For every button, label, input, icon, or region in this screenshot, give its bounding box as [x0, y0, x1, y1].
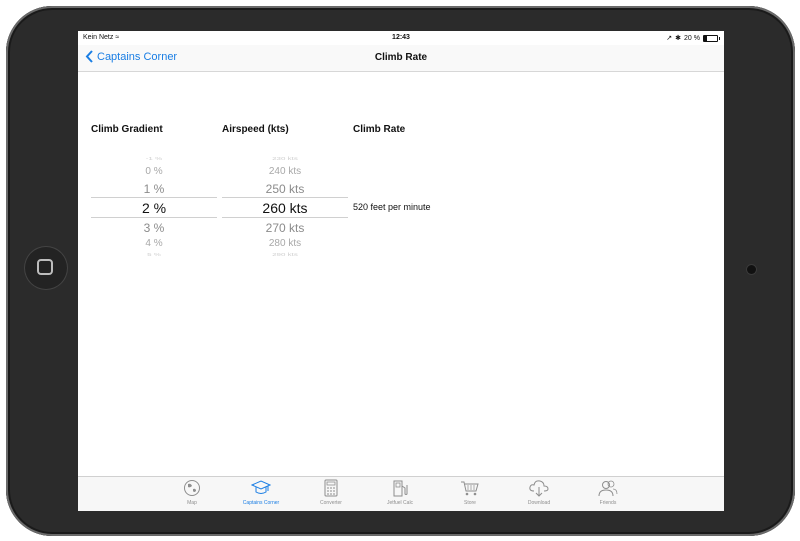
status-bar: Kein Netz ≈ 12:43 ↗ ✱ 20 % — [78, 31, 724, 45]
home-square-icon — [37, 259, 53, 275]
tab-converter[interactable]: Converter — [301, 479, 361, 506]
home-button[interactable] — [24, 246, 68, 290]
picker-row[interactable]: 280 kts — [222, 238, 348, 249]
airspeed-picker[interactable]: 230 kts 240 kts 250 kts 260 kts 270 kts … — [222, 149, 348, 261]
tab-friends[interactable]: Friends — [578, 479, 638, 506]
picker-row[interactable]: 290 kts — [222, 252, 348, 257]
picker-row[interactable]: 250 kts — [222, 182, 348, 196]
tab-label: Store — [464, 500, 476, 506]
clock: 12:43 — [392, 34, 410, 41]
screen: Kein Netz ≈ 12:43 ↗ ✱ 20 % Captains Corn… — [78, 31, 724, 511]
tab-label: Friends — [599, 500, 617, 506]
graduation-cap-icon — [251, 480, 271, 494]
tab-map[interactable]: Map — [162, 479, 222, 506]
picker-row[interactable]: 270 kts — [222, 221, 348, 235]
tab-label: Captains Corner — [242, 500, 280, 506]
climb-rate-result: 520 feet per minute — [353, 202, 431, 212]
tab-label: Converter — [320, 500, 342, 506]
picker-row[interactable]: 4 % — [91, 238, 217, 249]
cart-icon — [461, 481, 479, 496]
location-icon: ↗ — [666, 35, 673, 42]
page-title: Climb Rate — [374, 52, 428, 63]
airspeed-header: Airspeed (kts) — [222, 124, 289, 135]
picker-row[interactable]: 240 kts — [222, 166, 348, 177]
gradient-header: Climb Gradient — [91, 124, 163, 135]
tab-label: Jetfuel Calc — [386, 500, 414, 506]
friends-icon — [598, 480, 618, 497]
navigation-bar: Captains Corner Climb Rate — [78, 45, 724, 72]
picker-row[interactable]: 230 kts — [222, 156, 348, 161]
globe-icon — [184, 480, 200, 496]
tab-bar: Map Captains Corner Converter Jetfuel Ca… — [78, 476, 724, 511]
picker-row-selected[interactable]: 2 % — [91, 200, 217, 216]
climbrate-header: Climb Rate — [353, 124, 406, 135]
tab-label: Download — [527, 500, 551, 506]
bluetooth-icon: ✱ — [675, 35, 682, 42]
picker-row[interactable]: 0 % — [91, 166, 217, 177]
camera-icon — [747, 265, 756, 274]
fuel-pump-icon — [393, 480, 408, 497]
picker-row[interactable]: 3 % — [91, 221, 217, 235]
picker-row-selected[interactable]: 260 kts — [222, 200, 348, 216]
gradient-picker[interactable]: -1 % 0 % 1 % 2 % 3 % 4 % 5 % — [91, 149, 217, 261]
tab-label: Map — [187, 500, 197, 506]
tab-download[interactable]: Download — [509, 479, 569, 506]
picker-row[interactable]: 5 % — [91, 252, 217, 257]
battery-percent: 20 % — [684, 34, 700, 42]
picker-row[interactable]: 1 % — [91, 182, 217, 196]
tab-jetfuel-calc[interactable]: Jetfuel Calc — [370, 479, 430, 506]
battery-icon — [703, 34, 720, 42]
cloud-download-icon — [529, 480, 549, 497]
tab-captains-corner[interactable]: Captains Corner — [231, 479, 291, 506]
calculator-icon — [324, 479, 338, 497]
tab-store[interactable]: Store — [440, 479, 500, 506]
picker-row[interactable]: -1 % — [91, 156, 217, 161]
